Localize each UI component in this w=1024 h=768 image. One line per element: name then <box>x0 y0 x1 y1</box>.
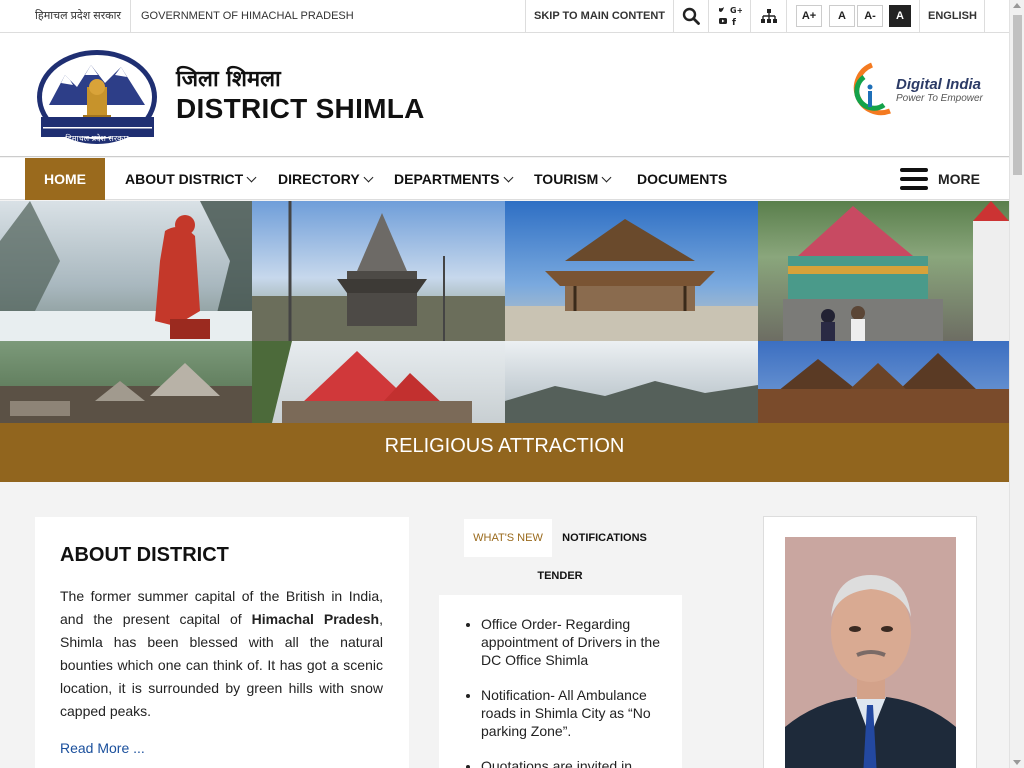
nav-departments[interactable]: DEPARTMENTS <box>394 158 513 200</box>
page: हिमाचल प्रदेश सरकार GOVERNMENT OF HIMACH… <box>0 0 1009 768</box>
news-item[interactable]: Notification- All Ambulance roads in Shi… <box>481 686 671 740</box>
banner-caption: RELIGIOUS ATTRACTION <box>0 423 1009 482</box>
vertical-scrollbar[interactable] <box>1009 0 1024 768</box>
skip-to-main-content-link[interactable]: SKIP TO MAIN CONTENT <box>534 0 665 32</box>
about-district-text: The former summer capital of the British… <box>60 585 383 723</box>
banner-image-hill-village <box>0 341 252 423</box>
government-link[interactable]: GOVERNMENT OF HIMACHAL PRADESH <box>141 0 354 32</box>
himachal-emblem-logo[interactable]: हिमाचल प्रदेश सरकार <box>35 47 160 144</box>
hindi-government-link[interactable]: हिमाचल प्रदेश सरकार <box>35 0 121 32</box>
whats-new-panel: Office Order- Regarding appointment of D… <box>439 595 682 768</box>
high-contrast-button[interactable]: A <box>889 5 911 27</box>
nav-about-district[interactable]: ABOUT DISTRICT <box>125 158 257 200</box>
more-label: MORE <box>938 171 980 187</box>
divider <box>984 0 985 32</box>
divider <box>786 0 787 32</box>
chevron-down-icon <box>363 172 374 182</box>
chevron-down-icon <box>246 172 257 182</box>
divider <box>919 0 920 32</box>
banner-image-hanuman-statue <box>0 201 252 341</box>
top-utility-bar: हिमाचल प्रदेश सरकार GOVERNMENT OF HIMACH… <box>0 0 1009 33</box>
district-title-english: DISTRICT SHIMLA <box>176 93 425 124</box>
banner-image-wooden-pavilion <box>505 201 758 341</box>
updates-tabs: WHAT'S NEW NOTIFICATIONS TENDER <box>439 517 682 595</box>
chevron-down-icon <box>503 172 513 182</box>
site-header: हिमाचल प्रदेश सरकार जिला शिमला DISTRICT … <box>0 33 1009 157</box>
nav-label: DEPARTMENTS <box>394 171 500 187</box>
scroll-up-icon[interactable] <box>1013 3 1021 8</box>
tab-whats-new[interactable]: WHAT'S NEW <box>464 519 552 557</box>
whats-new-list: Office Order- Regarding appointment of D… <box>481 615 671 768</box>
nav-label: ABOUT DISTRICT <box>125 171 244 187</box>
read-more-link[interactable]: Read More ... <box>60 740 145 756</box>
chevron-down-icon <box>601 172 612 182</box>
digital-india-wordmark: Digital India <box>896 76 981 93</box>
emblem-caption: हिमाचल प्रदेश सरकार <box>65 133 129 143</box>
search-icon <box>682 7 700 25</box>
language-toggle[interactable]: ENGLISH <box>928 0 977 32</box>
banner-image-mountain-view <box>505 341 758 423</box>
banner-image-red-roof-temple <box>252 341 505 423</box>
divider <box>525 0 526 32</box>
banner-image-stone-temple <box>252 201 505 341</box>
digital-india-tagline: Power To Empower <box>896 93 984 104</box>
about-district-heading: ABOUT DISTRICT <box>60 544 229 566</box>
search-button[interactable] <box>674 0 708 32</box>
nav-home[interactable]: HOME <box>25 158 105 200</box>
nav-documents[interactable]: DOCUMENTS <box>637 158 727 200</box>
about-text-part: , Shimla has been blessed with all the n… <box>60 611 384 719</box>
scrollbar-thumb[interactable] <box>1013 15 1022 175</box>
nav-directory[interactable]: DIRECTORY <box>278 158 374 200</box>
svg-text:f: f <box>732 18 736 27</box>
social-media-icon: G+ f <box>718 6 742 27</box>
scroll-down-icon[interactable] <box>1013 760 1021 765</box>
tab-tender[interactable]: TENDER <box>529 559 591 593</box>
main-navigation: HOME ABOUT DISTRICT DIRECTORY DEPARTMENT… <box>0 158 1009 200</box>
banner-image-colorful-temple <box>758 201 1009 341</box>
digital-india-logo[interactable]: Digital India Power To Empower <box>850 61 985 117</box>
sitemap-icon <box>760 9 777 23</box>
nav-label: DIRECTORY <box>278 171 360 187</box>
nav-tourism[interactable]: TOURISM <box>534 158 612 200</box>
about-district-card: ABOUT DISTRICT The former summer capital… <box>35 517 409 768</box>
official-photo <box>785 537 956 768</box>
nav-label: TOURISM <box>534 171 599 187</box>
banner-image-pagoda-temple <box>758 341 1009 423</box>
news-item[interactable]: Office Order- Regarding appointment of D… <box>481 615 671 669</box>
tab-notifications[interactable]: NOTIFICATIONS <box>557 519 652 557</box>
hamburger-icon <box>900 168 928 190</box>
social-media-button[interactable]: G+ f <box>709 0 750 32</box>
news-item[interactable]: Quotations are invited in <box>481 757 671 768</box>
font-size-decrease-button[interactable]: A- <box>857 5 883 27</box>
font-size-increase-button[interactable]: A+ <box>796 5 822 27</box>
about-text-bold: Himachal Pradesh <box>251 611 380 627</box>
banner-slider[interactable]: RELIGIOUS ATTRACTION <box>0 201 1009 482</box>
divider <box>130 0 131 32</box>
svg-text:G+: G+ <box>730 6 742 15</box>
sitemap-button[interactable] <box>751 0 786 32</box>
font-size-normal-button[interactable]: A <box>829 5 855 27</box>
official-profile-card <box>763 516 977 768</box>
district-title-hindi: जिला शिमला <box>176 67 281 92</box>
more-menu-button[interactable]: MORE <box>900 158 980 200</box>
